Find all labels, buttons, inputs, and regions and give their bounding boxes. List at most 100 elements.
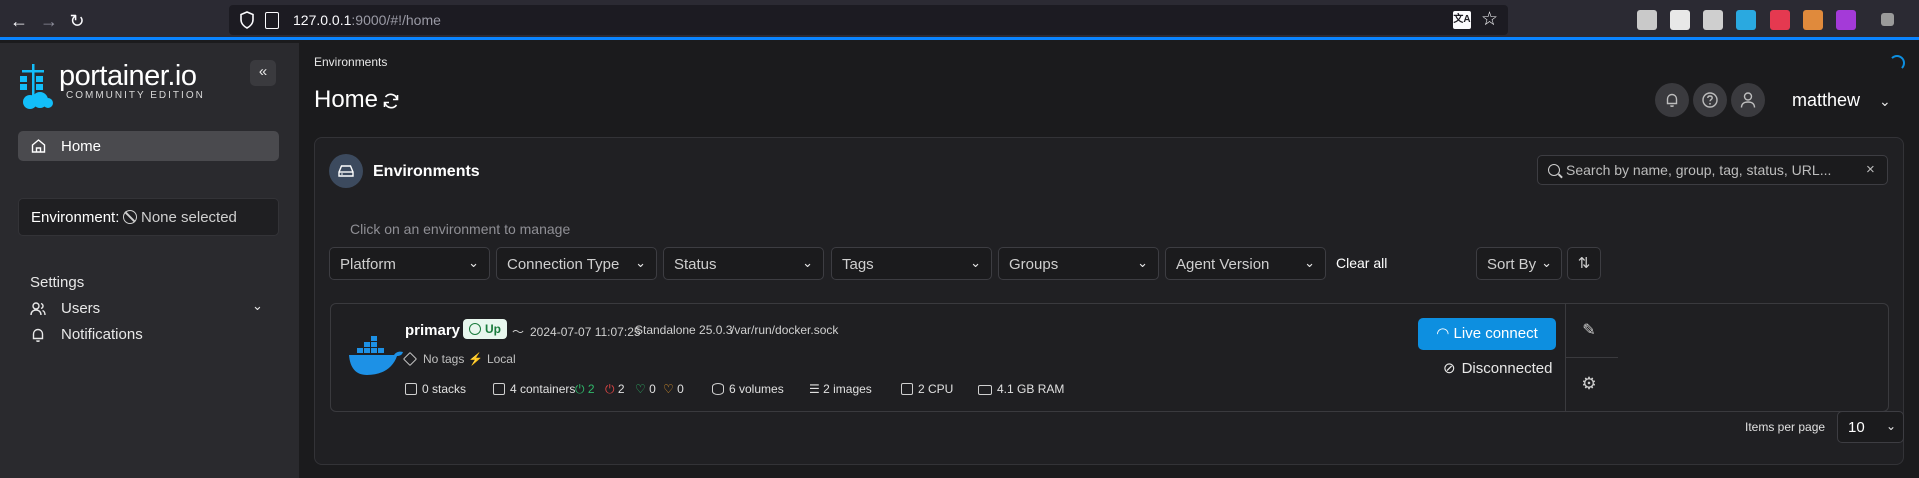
items-per-page-select[interactable]: 10 ⌄: [1837, 411, 1904, 443]
extension-icon[interactable]: [1736, 10, 1756, 30]
heartbeat-icon: 〜: [512, 325, 525, 339]
environment-name[interactable]: primary: [405, 322, 460, 339]
connection-value: Local: [486, 352, 516, 366]
chevron-down-icon: ⌄: [1541, 255, 1552, 270]
search-icon: [1548, 164, 1560, 176]
collapse-sidebar-button[interactable]: «: [250, 60, 276, 86]
database-icon: [712, 383, 724, 395]
url-text[interactable]: 127.0.0.1:9000/#!/home: [293, 12, 441, 28]
search-field[interactable]: ×: [1537, 155, 1888, 185]
memory-icon: [978, 385, 992, 395]
layers-icon: [405, 383, 417, 395]
stacks-count: 0 stacks: [405, 382, 466, 396]
translate-icon[interactable]: 文A: [1453, 11, 1471, 29]
bookmark-star-icon[interactable]: ☆: [1481, 8, 1498, 31]
cpu-value: 2 CPU: [918, 382, 954, 396]
connection-status: ⊘ Disconnected: [1443, 359, 1552, 377]
sidebar-item-label: Users: [61, 300, 101, 317]
tags: No tags: [402, 351, 464, 367]
sidebar-item-notifications[interactable]: Notifications: [30, 323, 280, 347]
healthy-count: ♡ 0: [635, 382, 656, 396]
panel-title: Environments: [373, 163, 480, 180]
sidebar-item-home[interactable]: Home: [18, 131, 279, 161]
sidebar-item-label: Notifications: [61, 326, 143, 343]
items-per-page-label: Items per page: [1745, 420, 1826, 434]
running-count: ⏻ 2: [575, 382, 595, 397]
filter-connection-type[interactable]: Connection Type ⌄: [496, 247, 657, 280]
help-button[interactable]: [1693, 83, 1727, 117]
ram-value: 4.1 GB RAM: [997, 382, 1065, 396]
breadcrumb[interactable]: Environments: [314, 55, 387, 69]
filter-label: Status: [674, 256, 717, 273]
unhealthy-count: ♡ 0: [663, 382, 684, 396]
hint-text: Click on an environment to manage: [350, 221, 571, 237]
filter-label: Groups: [1009, 256, 1059, 273]
sort-by-label: Sort By: [1487, 256, 1537, 273]
extension-icon[interactable]: [1836, 10, 1856, 30]
status-badge: Up: [463, 319, 507, 339]
filter-status[interactable]: Status ⌄: [663, 247, 824, 280]
extension-icon[interactable]: [1803, 10, 1823, 30]
images-count: ☰ 2 images: [809, 382, 872, 396]
power-icon: ⏻: [575, 382, 588, 396]
environment-card[interactable]: primary Up 〜 2024-07-07 11:07:25 Standalo…: [330, 303, 1889, 412]
docker-logo-icon: [349, 336, 403, 375]
tag-icon: [402, 351, 418, 367]
user-avatar[interactable]: [1731, 83, 1765, 117]
settings-heading: Settings: [30, 274, 85, 291]
notifications-button[interactable]: [1655, 83, 1689, 117]
images-value: 2 images: [823, 382, 872, 396]
sort-by-select[interactable]: Sort By ⌄: [1476, 247, 1562, 280]
panel-icon: [329, 154, 363, 188]
ram-amount: 4.1 GB RAM: [978, 382, 1064, 396]
live-connect-label: Live connect: [1453, 325, 1538, 342]
search-input[interactable]: [1566, 160, 1861, 180]
cpu-icon: [901, 383, 913, 395]
back-icon[interactable]: ←: [6, 8, 32, 34]
cpu-count: 2 CPU: [901, 382, 953, 396]
clear-all-button[interactable]: Clear all: [1336, 255, 1387, 271]
list-icon: ☰: [809, 382, 824, 396]
extension-icon[interactable]: [1703, 10, 1723, 30]
page-title: Home: [314, 86, 379, 113]
items-per-page-value: 10: [1848, 419, 1865, 436]
filter-label: Connection Type: [507, 256, 620, 273]
gear-icon[interactable]: ⚙: [1576, 371, 1602, 397]
stopped-count: ⏻ 2: [605, 382, 625, 397]
shield-icon[interactable]: [239, 11, 255, 29]
heartbeat-time: 〜 2024-07-07 11:07:25: [512, 323, 641, 340]
filter-tags[interactable]: Tags ⌄: [831, 247, 992, 280]
sidebar-item-label: Home: [61, 138, 102, 155]
filter-agent-version[interactable]: Agent Version ⌄: [1165, 247, 1326, 280]
filter-label: Agent Version: [1176, 256, 1270, 273]
extension-icon[interactable]: [1637, 10, 1657, 30]
stopped-value: 2: [617, 382, 625, 396]
environments-panel: Environments × Click on an environment t…: [314, 137, 1904, 465]
extension-icon[interactable]: [1670, 10, 1690, 30]
chevron-down-icon[interactable]: ⌄: [1879, 93, 1891, 110]
user-icon: [1740, 92, 1756, 108]
logo-subtitle: COMMUNITY EDITION: [66, 90, 205, 101]
extension-icon[interactable]: [1770, 10, 1790, 30]
sidebar-item-users[interactable]: Users ⌄: [30, 297, 280, 321]
bell-icon: [32, 328, 44, 342]
filter-platform[interactable]: Platform ⌄: [329, 247, 490, 280]
heartbeat-value: 2024-07-07 11:07:25: [530, 325, 641, 339]
live-connect-button[interactable]: ◠ Live connect: [1418, 318, 1556, 350]
filter-label: Platform: [340, 256, 396, 273]
forward-icon[interactable]: →: [36, 8, 62, 34]
edit-icon[interactable]: ✎: [1576, 318, 1602, 344]
sort-order-button[interactable]: ⇅: [1567, 247, 1601, 280]
extensions-menu-icon[interactable]: [1881, 13, 1894, 26]
environment-type: Standalone 25.0.3: [635, 323, 733, 337]
user-name[interactable]: matthew: [1792, 90, 1860, 111]
reload-icon[interactable]: ↻: [64, 8, 90, 34]
refresh-icon[interactable]: [381, 91, 401, 111]
volumes-value: 6 volumes: [729, 382, 784, 396]
chevron-down-icon[interactable]: ⌄: [252, 298, 263, 314]
clear-search-icon[interactable]: ×: [1866, 161, 1875, 178]
environment-selector[interactable]: Environment: None selected: [18, 198, 279, 236]
filter-groups[interactable]: Groups ⌄: [998, 247, 1159, 280]
page-info-icon[interactable]: [265, 12, 279, 29]
address-bar[interactable]: 127.0.0.1:9000/#!/home 文A ☆: [229, 5, 1508, 35]
